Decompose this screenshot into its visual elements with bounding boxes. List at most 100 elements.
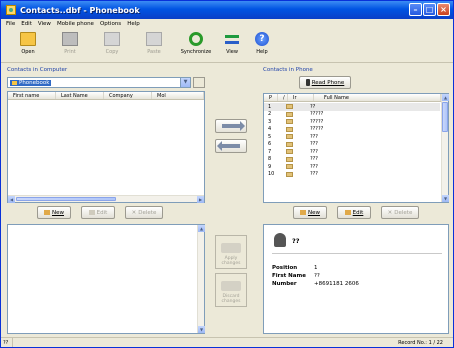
position-value: 1 bbox=[314, 265, 318, 271]
help-button[interactable]: ? Help bbox=[247, 29, 277, 61]
minimize-button[interactable]: – bbox=[409, 3, 422, 16]
copy-button[interactable]: Copy bbox=[91, 29, 133, 61]
apply-changes-icon bbox=[221, 243, 241, 253]
phone-row[interactable]: 10??? bbox=[264, 171, 440, 179]
view-button[interactable]: View bbox=[217, 29, 247, 61]
number-value: +8691181 2606 bbox=[314, 281, 359, 287]
row-position: 2 bbox=[268, 111, 272, 118]
computer-edit-button[interactable]: Edit bbox=[81, 206, 115, 219]
phone-row[interactable]: 3????? bbox=[264, 118, 440, 126]
scroll-down-icon[interactable]: ▼ bbox=[442, 195, 449, 202]
synchronize-icon bbox=[189, 32, 203, 46]
contact-card-icon bbox=[286, 126, 302, 132]
hscroll-thumb[interactable] bbox=[16, 197, 116, 201]
row-position: 6 bbox=[268, 141, 272, 148]
help-label: Help bbox=[256, 49, 268, 55]
contact-avatar-icon bbox=[274, 233, 286, 247]
menu-file[interactable]: File bbox=[3, 21, 18, 27]
title-bar[interactable]: Contacts..dbf - Phonebook – □ × bbox=[1, 1, 453, 19]
status-bar: ?? Record No.: 1 / 22 bbox=[1, 337, 453, 347]
phone-row[interactable]: 8??? bbox=[264, 156, 440, 164]
discard-changes-button[interactable]: Discard changes bbox=[215, 273, 247, 307]
copy-icon bbox=[104, 32, 120, 46]
open-button[interactable]: Open bbox=[7, 29, 49, 61]
menu-help[interactable]: Help bbox=[124, 21, 143, 27]
contact-card-icon bbox=[286, 119, 302, 125]
menu-edit[interactable]: Edit bbox=[18, 21, 35, 27]
computer-list-hscroll[interactable]: ◀ ▶ bbox=[8, 195, 204, 203]
phonebook-combo[interactable]: Phonebook ▼ bbox=[7, 77, 191, 88]
phone-list-vscroll[interactable]: ▲ ▼ bbox=[441, 94, 449, 202]
phone-row[interactable]: 6??? bbox=[264, 141, 440, 149]
computer-new-button[interactable]: New bbox=[37, 206, 71, 219]
scroll-down-icon[interactable]: ▼ bbox=[198, 326, 205, 333]
copy-to-computer-button[interactable] bbox=[215, 139, 247, 153]
phone-row[interactable]: 7??? bbox=[264, 148, 440, 156]
new-icon bbox=[44, 210, 50, 215]
copy-right-arrow-icon bbox=[222, 121, 245, 131]
phone-row[interactable]: 4????? bbox=[264, 126, 440, 134]
contact-card-icon bbox=[286, 141, 302, 147]
menu-bar: File Edit View Mobile phone Options Help bbox=[1, 19, 453, 29]
computer-contact-detail: ▲ ▼ bbox=[7, 224, 205, 334]
contact-card-icon bbox=[286, 104, 302, 110]
phone-new-button[interactable]: New bbox=[293, 206, 327, 219]
col-mobile[interactable]: Mol bbox=[152, 92, 204, 99]
paste-button[interactable]: Paste bbox=[133, 29, 175, 61]
phone-row[interactable]: 1?? bbox=[264, 103, 440, 111]
contact-card-icon bbox=[286, 149, 302, 155]
phone-row[interactable]: 5??? bbox=[264, 133, 440, 141]
paste-label: Paste bbox=[147, 49, 161, 55]
scroll-up-icon[interactable]: ▲ bbox=[442, 94, 449, 101]
col-full-name[interactable]: Full Name bbox=[314, 94, 441, 101]
print-button[interactable]: Print bbox=[49, 29, 91, 61]
scroll-left-icon[interactable]: ◀ bbox=[8, 196, 15, 203]
menu-mobile-phone[interactable]: Mobile phone bbox=[54, 21, 97, 27]
row-position: 3 bbox=[268, 118, 272, 125]
copy-to-phone-button[interactable] bbox=[215, 119, 247, 133]
close-button[interactable]: × bbox=[437, 3, 450, 16]
view-icon bbox=[224, 32, 240, 46]
phone-contact-detail: ?? Position 1 First Name ?? Number +8691… bbox=[263, 224, 449, 334]
menu-options[interactable]: Options bbox=[97, 21, 124, 27]
scroll-right-icon[interactable]: ▶ bbox=[197, 196, 204, 203]
computer-detail-vscroll[interactable]: ▲ ▼ bbox=[197, 225, 205, 333]
menu-view[interactable]: View bbox=[35, 21, 54, 27]
vscroll-thumb[interactable] bbox=[442, 102, 448, 132]
scroll-up-icon[interactable]: ▲ bbox=[198, 225, 205, 232]
phone-row[interactable]: 9??? bbox=[264, 163, 440, 171]
phone-contacts-list[interactable]: P / Ir Full Name 1?? 2????? 3????? 4????? 5?… bbox=[263, 93, 449, 203]
synchronize-button[interactable]: Synchronize bbox=[175, 29, 217, 61]
col-sort[interactable]: / bbox=[278, 94, 288, 101]
col-first-name[interactable]: First name bbox=[8, 92, 56, 99]
edit-icon bbox=[344, 210, 351, 215]
col-position[interactable]: P bbox=[264, 94, 278, 101]
row-full-name: ??? bbox=[310, 163, 318, 170]
col-company[interactable]: Company bbox=[104, 92, 152, 99]
folder-open-icon bbox=[20, 32, 36, 46]
row-full-name: ????? bbox=[310, 126, 324, 133]
firstname-value: ?? bbox=[314, 273, 320, 279]
read-phone-label: Read Phone bbox=[311, 79, 345, 86]
printer-icon bbox=[62, 32, 78, 46]
apply-changes-button[interactable]: Apply changes bbox=[215, 235, 247, 269]
phonebook-value: Phonebook bbox=[19, 79, 50, 86]
window-title: Contacts..dbf - Phonebook bbox=[20, 5, 140, 15]
row-full-name: ??? bbox=[310, 133, 318, 140]
copy-left-arrow-icon bbox=[217, 141, 240, 151]
row-position: 1 bbox=[268, 103, 272, 110]
phonebook-options-button[interactable] bbox=[193, 77, 205, 88]
new-icon bbox=[300, 210, 306, 215]
col-last-name[interactable]: Last Name bbox=[56, 92, 104, 99]
phone-row[interactable]: 2????? bbox=[264, 111, 440, 119]
chevron-down-icon[interactable]: ▼ bbox=[180, 78, 190, 87]
col-ir[interactable]: Ir bbox=[288, 94, 314, 101]
phone-edit-button[interactable]: Edit bbox=[337, 206, 371, 219]
read-phone-button[interactable]: Read Phone bbox=[299, 76, 351, 89]
computer-delete-button[interactable]: ✕ Delete bbox=[125, 206, 163, 219]
computer-contacts-list[interactable]: First name Last Name Company Mol ◀ ▶ bbox=[7, 91, 205, 203]
phone-delete-button[interactable]: ✕ Delete bbox=[381, 206, 419, 219]
row-position: 9 bbox=[268, 163, 272, 170]
number-label: Number bbox=[272, 281, 297, 287]
maximize-button[interactable]: □ bbox=[423, 3, 436, 16]
